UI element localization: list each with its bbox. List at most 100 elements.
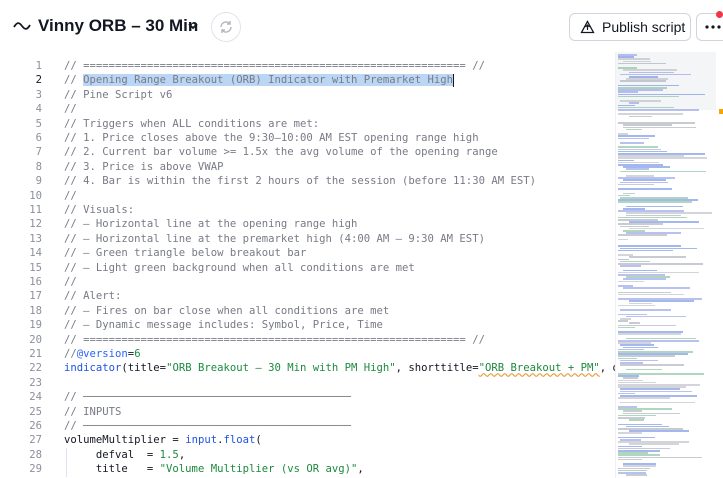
code-text[interactable]: // 2. Current bar volume >= 1.5x the avg… xyxy=(64,145,498,159)
code-text[interactable]: volumeMultiplier = input.float( xyxy=(64,433,262,447)
line-number: 26 xyxy=(29,420,42,432)
line-number: 1 xyxy=(35,60,42,72)
line-number: 19 xyxy=(29,319,42,332)
line-number: 18 xyxy=(29,304,42,317)
code-text[interactable]: // – Green triangle below breakout bar xyxy=(64,246,306,260)
code-line[interactable]: 4 // xyxy=(0,102,615,116)
code-line[interactable]: 28 defval = 1.5, xyxy=(0,447,615,463)
code-line[interactable]: 13 // – Horizontal line at the premarket … xyxy=(0,232,615,246)
code-text[interactable]: indicator(title="ORB Breakout – 30 Min w… xyxy=(64,361,615,375)
minimap-line xyxy=(620,265,641,267)
code-text[interactable]: // 1. Price closes above the 9:30–10:00 … xyxy=(64,131,479,145)
line-number: 13 xyxy=(29,232,42,245)
code-text[interactable]: // – Dynamic message includes: Symbol, P… xyxy=(64,318,383,332)
minimap-line xyxy=(618,183,654,186)
code-text[interactable]: // ─────────────────────────────────────… xyxy=(64,390,351,404)
code-line[interactable]: 3 // Pine Script v6 xyxy=(0,88,615,102)
code-text[interactable]: // – Horizontal line at the opening rang… xyxy=(64,217,357,231)
code-line[interactable]: 5 // Triggers when ALL conditions are met… xyxy=(0,117,615,131)
line-number: 16 xyxy=(29,276,42,288)
code-line[interactable]: 15 // – Light green background when all c… xyxy=(0,261,615,275)
code-line[interactable]: 6 // 1. Price closes above the 9:30–10:00… xyxy=(0,131,615,145)
code-line[interactable]: 25 // INPUTS xyxy=(0,405,615,419)
minimap-line xyxy=(620,364,684,366)
code-text[interactable]: // 3. Price is above VWAP xyxy=(64,160,223,174)
minimap-line xyxy=(618,137,649,140)
code-line[interactable]: 20 // ===================================… xyxy=(0,333,615,347)
minimap[interactable] xyxy=(615,52,723,478)
code-line[interactable]: 8 // 3. Price is above VWAP xyxy=(0,160,615,174)
code-line[interactable]: 1 // ====================================… xyxy=(0,59,615,73)
code-text[interactable]: // Alert: xyxy=(64,289,121,303)
code-text[interactable]: // – Horizontal line at the premarket hi… xyxy=(64,232,485,246)
minimap-line xyxy=(618,109,699,111)
code-text[interactable]: // =====================================… xyxy=(64,59,485,73)
code-line[interactable]: 27 volumeMultiplier = input.float( xyxy=(0,433,615,447)
code-line[interactable]: 12 // – Horizontal line at the opening ra… xyxy=(0,217,615,231)
code-line[interactable]: 29 title = "Volume Multiplier (vs OR avg… xyxy=(0,462,615,477)
refresh-icon xyxy=(220,21,232,33)
code-line[interactable]: 9 // 4. Bar is within the first 2 hours o… xyxy=(0,174,615,188)
code-text[interactable]: // – Fires on bar close when all conditi… xyxy=(64,304,389,318)
code-text[interactable]: // xyxy=(64,189,77,203)
code-line[interactable]: 11 // Visuals: xyxy=(0,203,615,217)
minimap-line xyxy=(620,401,695,404)
minimap-line xyxy=(620,170,706,173)
minimap-line xyxy=(618,95,679,98)
line-number: 11 xyxy=(29,204,42,216)
minimap-line xyxy=(618,280,644,283)
code-line[interactable]: 24 // ───────────────────────────────────… xyxy=(0,390,615,404)
refresh-button[interactable] xyxy=(211,12,241,42)
code-text[interactable]: // 4. Bar is within the first 2 hours of… xyxy=(64,174,536,188)
line-number: 24 xyxy=(29,391,42,404)
minimap-line xyxy=(626,315,686,318)
line-number: 21 xyxy=(29,348,42,360)
line-number: 22 xyxy=(29,362,42,375)
minimap-line xyxy=(618,62,666,65)
code-line[interactable]: 17 // Alert: xyxy=(0,289,615,303)
code-line[interactable]: 10 // xyxy=(0,189,615,203)
code-text[interactable]: // INPUTS xyxy=(64,405,121,419)
publish-script-button[interactable]: Publish script xyxy=(569,13,691,41)
minimap-line xyxy=(618,326,635,329)
code-text[interactable]: // ─────────────────────────────────────… xyxy=(64,419,351,433)
line-number: 9 xyxy=(35,175,42,188)
code-text[interactable]: // Visuals: xyxy=(64,203,134,217)
minimap-line xyxy=(618,333,681,335)
minimap-line xyxy=(618,304,655,307)
line-number: 28 xyxy=(29,448,42,461)
code-editor[interactable]: 1 // ====================================… xyxy=(0,52,615,478)
code-text[interactable]: title = "Volume Multiplier (vs OR avg)", xyxy=(64,462,364,476)
code-text[interactable]: // Pine Script v6 xyxy=(64,88,172,102)
minimap-line xyxy=(626,474,647,476)
code-text[interactable]: defval = 1.5, xyxy=(64,448,185,462)
minimap-line xyxy=(629,256,686,258)
code-text[interactable]: // Opening Range Breakout (ORB) Indicato… xyxy=(64,73,455,87)
minimap-line xyxy=(618,432,642,434)
code-line[interactable]: 14 // – Green triangle below breakout bar xyxy=(0,246,615,260)
line-number: 12 xyxy=(29,218,42,231)
code-text[interactable]: // xyxy=(64,275,77,289)
code-text[interactable]: //@version=6 xyxy=(64,347,141,361)
code-line[interactable]: 2 // Opening Range Breakout (ORB) Indicat… xyxy=(0,73,615,87)
minimap-line xyxy=(629,115,652,118)
code-line[interactable]: 21 //@version=6 xyxy=(0,347,615,361)
code-text[interactable]: // Triggers when ALL conditions are met: xyxy=(64,117,319,131)
code-line[interactable]: 23 xyxy=(0,376,615,390)
publish-script-label: Publish script xyxy=(602,19,686,35)
code-line[interactable]: 16 // xyxy=(0,275,615,289)
code-line[interactable]: 7 // 2. Current bar volume >= 1.5x the av… xyxy=(0,145,615,159)
line-number: 5 xyxy=(35,117,42,130)
line-number: 14 xyxy=(29,247,42,260)
code-line[interactable]: 19 // – Dynamic message includes: Symbol,… xyxy=(0,318,615,332)
line-number: 23 xyxy=(29,376,42,389)
chevron-down-icon[interactable] xyxy=(186,19,200,33)
code-line[interactable]: 26 // ───────────────────────────────────… xyxy=(0,419,615,433)
script-title[interactable]: Vinny ORB – 30 Min xyxy=(38,16,198,36)
minimap-line xyxy=(618,458,642,461)
code-text[interactable]: // =====================================… xyxy=(64,333,485,347)
code-text[interactable]: // xyxy=(64,102,77,116)
code-line[interactable]: 22 indicator(title="ORB Breakout – 30 Min… xyxy=(0,361,615,375)
code-line[interactable]: 18 // – Fires on bar close when all condi… xyxy=(0,304,615,318)
code-text[interactable]: // – Light green background when all con… xyxy=(64,261,415,275)
